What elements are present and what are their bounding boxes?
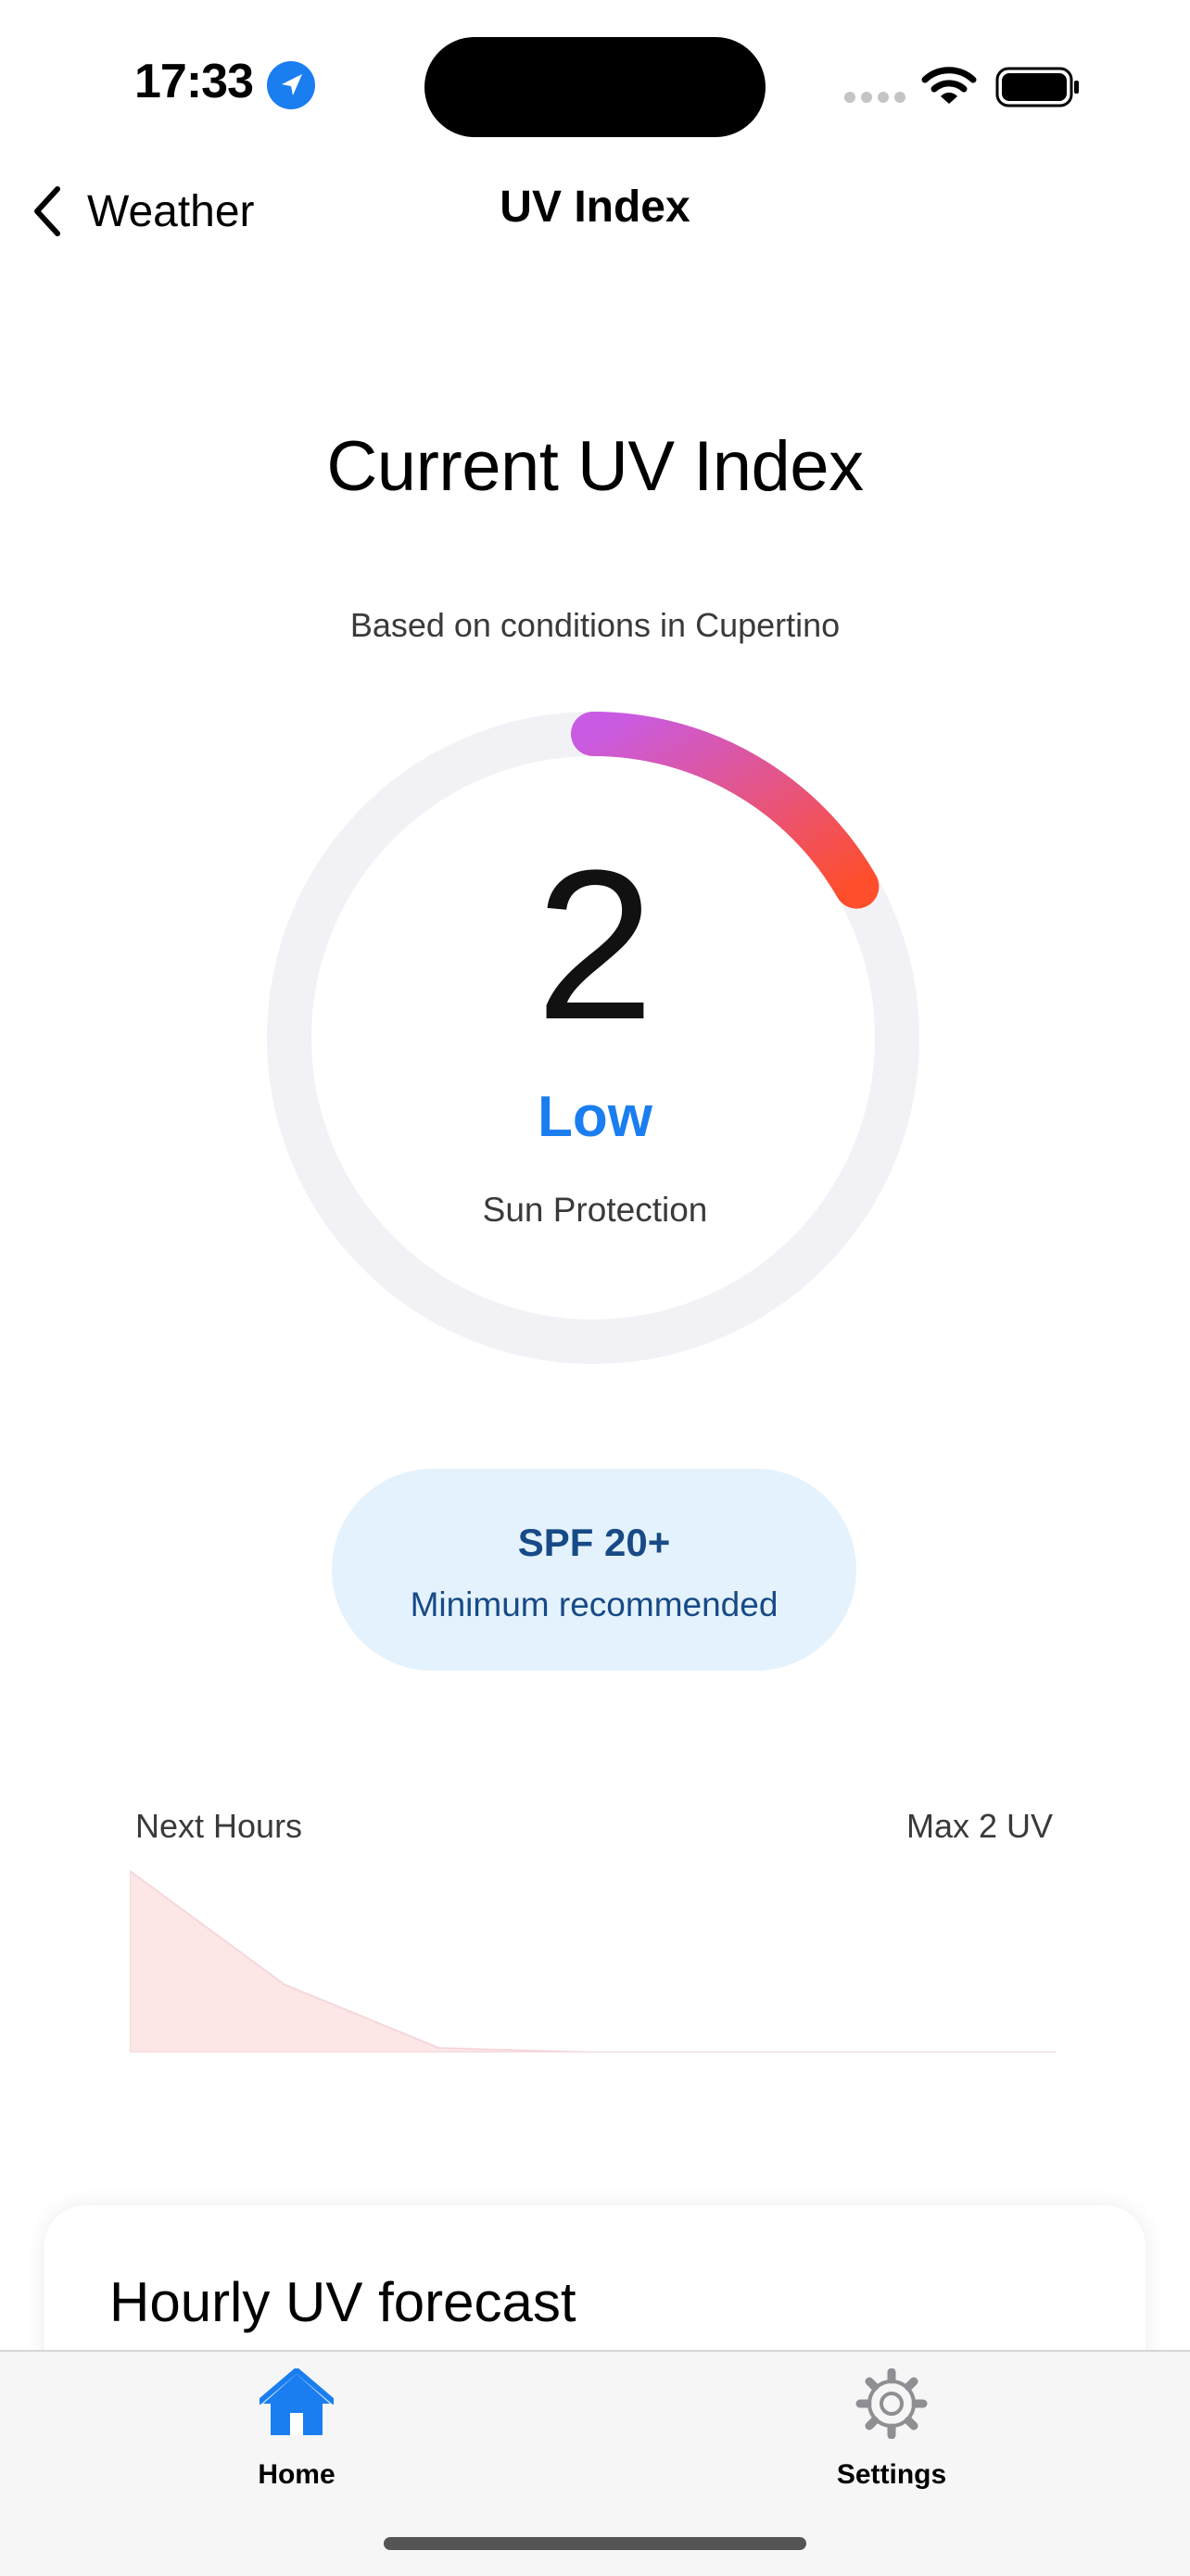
wifi-icon xyxy=(921,67,977,104)
tab-home[interactable]: Home xyxy=(158,2352,436,2509)
uv-value: 2 xyxy=(536,826,654,1064)
spf-title: SPF 20+ xyxy=(517,1521,671,1564)
chart-right-label: Max 2 UV xyxy=(905,1807,1053,1845)
tab-settings-label: Settings xyxy=(836,2459,947,2490)
dynamic-island xyxy=(424,37,766,137)
uv-level: Low xyxy=(538,1085,652,1149)
chart-left-label: Next Hours xyxy=(135,1807,303,1845)
home-indicator xyxy=(384,2537,806,2550)
tab-home-label: Home xyxy=(258,2459,335,2490)
hourly-title: Hourly UV forecast xyxy=(109,2271,576,2333)
spf-subtitle: Minimum recommended xyxy=(410,1585,779,1623)
signal-icon xyxy=(844,92,905,103)
sun-protection-label: Sun Protection xyxy=(482,1191,708,1229)
location-subtitle: Based on conditions in Cupertino xyxy=(349,606,841,644)
next-hours-chart xyxy=(130,1869,1057,2052)
status-time: 17:33 xyxy=(134,55,254,108)
gear-icon xyxy=(855,2368,928,2439)
house-icon xyxy=(260,2368,334,2435)
spf-recommendation: SPF 20+ Minimum recommended xyxy=(332,1469,856,1671)
battery-icon xyxy=(995,67,1079,107)
tab-settings[interactable]: Settings xyxy=(753,2352,1031,2509)
uv-area xyxy=(130,1869,1057,2052)
location-arrow-icon xyxy=(267,61,315,109)
page-title: Current UV Index xyxy=(326,427,864,506)
nav-title: UV Index xyxy=(500,183,690,232)
